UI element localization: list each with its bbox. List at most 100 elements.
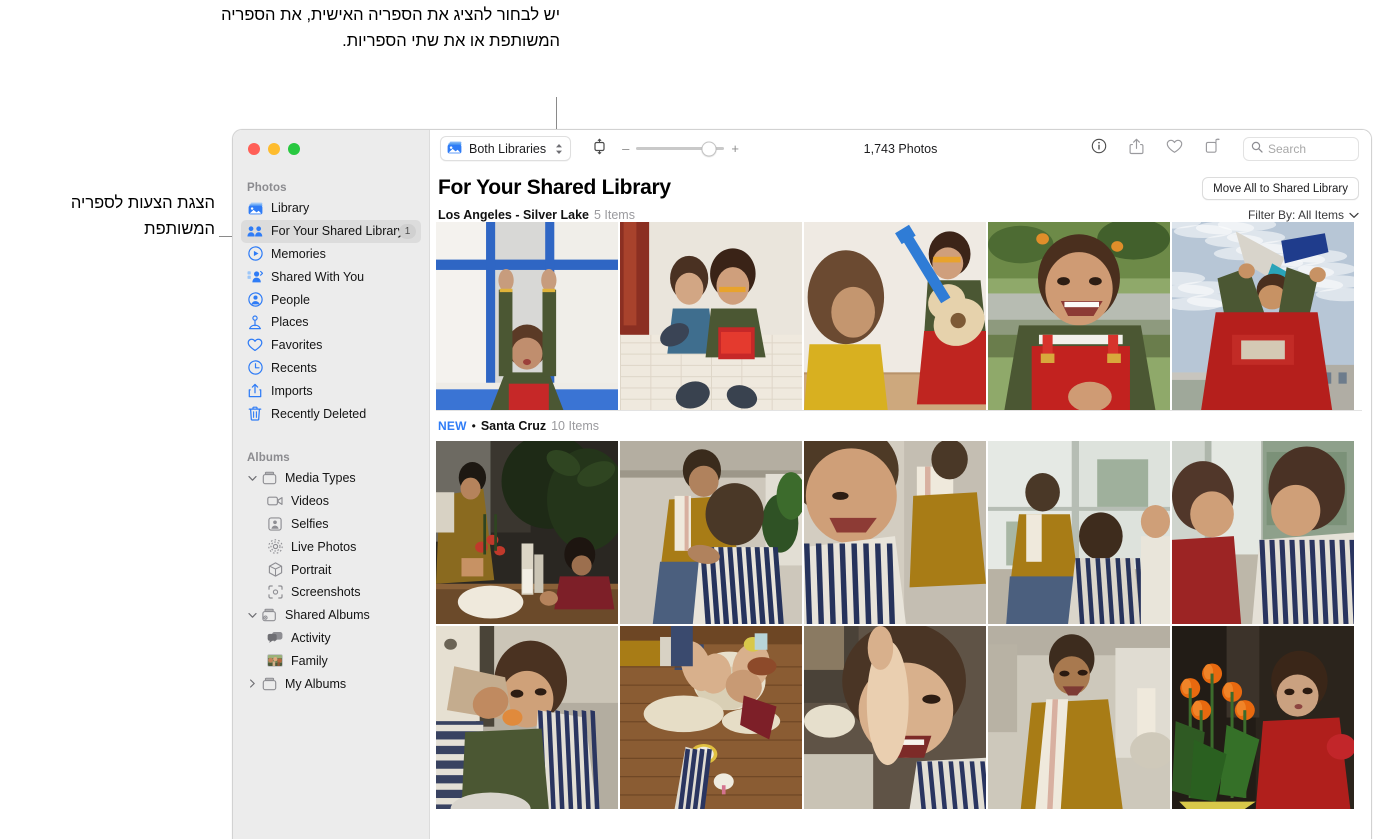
sidebar-item-label: Library: [271, 201, 310, 216]
photo-thumbnail-girl-watching-boy-play-guitar[interactable]: [804, 222, 986, 410]
minimize-button[interactable]: [268, 143, 280, 155]
sidebar-item-activity[interactable]: Activity: [241, 627, 421, 650]
sidebar-group-title-albums: Albums: [247, 451, 290, 464]
sidebar-item-favorites[interactable]: Favorites: [241, 334, 421, 357]
chevron-down-icon[interactable]: [247, 610, 257, 620]
sidebar-item-live-photos[interactable]: Live Photos: [241, 535, 421, 558]
memories-play-icon: [247, 246, 263, 262]
photo-grid-row: [430, 441, 1371, 624]
portrait-cube-icon: [267, 562, 283, 578]
photo-grid-row: [430, 222, 1371, 410]
chevron-down-icon: [1349, 208, 1359, 222]
album-folder-icon: [261, 470, 277, 486]
sidebar-item-videos[interactable]: Videos: [241, 490, 421, 513]
library-scope-popup-button[interactable]: Both Libraries: [440, 136, 572, 161]
favorite-heart-icon[interactable]: [1166, 139, 1183, 159]
search-field[interactable]: Search: [1243, 136, 1359, 161]
search-input[interactable]: Search: [1268, 142, 1306, 156]
sidebar-item-label: For Your Shared Library: [271, 224, 404, 239]
sidebar-item-recents[interactable]: Recents: [241, 357, 421, 380]
rotate-icon[interactable]: [1205, 138, 1221, 159]
sidebar: Photos Library For Your Shared Library 1 Mem…: [233, 130, 430, 839]
photo-thumbnail-child-hands-up-at-blue-window[interactable]: [436, 222, 618, 410]
photo-thumbnail-two-boys-sitting-on-bed[interactable]: [620, 222, 802, 410]
share-icon[interactable]: [1129, 138, 1144, 160]
sidebar-item-shared-with-you[interactable]: Shared With You: [241, 265, 421, 288]
zoom-slider-track[interactable]: [636, 141, 725, 156]
sidebar-item-shared-albums[interactable]: Shared Albums: [241, 604, 421, 627]
photo-thumbnail-two-children-facing-each-other[interactable]: [1172, 441, 1354, 624]
sidebar-item-badge: 1: [399, 223, 416, 239]
sidebar-item-label: My Albums: [285, 676, 347, 691]
photo-thumbnail-woman-leaning-over-boy-striped-shirt[interactable]: [620, 441, 802, 624]
zoom-out-label[interactable]: –: [622, 141, 629, 156]
photo-thumbnail-children-at-kitchen-window[interactable]: [988, 441, 1170, 624]
info-circle-icon[interactable]: [1091, 138, 1107, 159]
photo-thumbnail-boy-closeup-with-woman-background[interactable]: [804, 441, 986, 624]
toolbar-right-controls: Search: [1091, 136, 1359, 161]
sidebar-item-imports[interactable]: Imports: [241, 379, 421, 402]
sidebar-item-label: Activity: [291, 630, 331, 645]
photo-thumbnail-woman-smiling-in-kitchen[interactable]: [988, 626, 1170, 809]
aspect-ratio-button[interactable]: [591, 137, 608, 160]
filter-by-button[interactable]: Filter By: All Items: [1248, 208, 1359, 222]
chevron-down-icon[interactable]: [247, 473, 257, 483]
sidebar-item-label: Memories: [271, 246, 326, 261]
sidebar-item-label: Selfies: [291, 516, 329, 531]
section-title: Santa Cruz: [480, 419, 547, 433]
photo-thumbnail-woman-baking-with-child-at-table[interactable]: [436, 441, 618, 624]
photo-grid-scroll-area[interactable]: NEW • Santa Cruz 10 Items: [430, 222, 1371, 839]
zoom-slider-control[interactable]: – +: [622, 141, 739, 156]
section-item-count: 10 Items: [551, 419, 600, 433]
live-photo-icon: [267, 539, 283, 555]
page-title: For Your Shared Library: [438, 176, 671, 199]
photo-thumbnail-toddler-with-orange-tulips[interactable]: [1172, 626, 1354, 809]
photo-thumbnail-smiling-boy-red-overalls-garden[interactable]: [988, 222, 1170, 410]
zoom-slider-knob[interactable]: [701, 141, 717, 156]
sidebar-item-label: Places: [271, 315, 309, 330]
sidebar-item-label: Family: [291, 653, 328, 668]
photo-thumbnail-boy-with-floury-hands-on-face[interactable]: [804, 626, 986, 809]
move-all-to-shared-library-button[interactable]: Move All to Shared Library: [1202, 177, 1359, 200]
content-area: 1,743 Photos Both Libraries – + Search F…: [430, 130, 1371, 839]
chevron-right-icon[interactable]: [247, 679, 257, 689]
close-button[interactable]: [248, 143, 260, 155]
search-icon: [1251, 141, 1263, 156]
new-badge: NEW: [438, 419, 467, 433]
top-annotation-callout: יש לבחור להציג את הספריה האישית, את הספר…: [221, 6, 560, 50]
separator-dot: •: [471, 419, 476, 433]
toolbar: 1,743 Photos Both Libraries – + Search: [430, 130, 1371, 167]
sidebar-item-my-albums[interactable]: My Albums: [241, 672, 421, 695]
photo-thumbnail-hands-kneading-dough-on-table[interactable]: [620, 626, 802, 809]
sidebar-item-places[interactable]: Places: [241, 311, 421, 334]
sidebar-item-screenshots[interactable]: Screenshots: [241, 581, 421, 604]
photo-thumbnail-child-with-megaphone-against-sky[interactable]: [1172, 222, 1354, 410]
trash-icon: [247, 406, 263, 422]
photo-thumbnail-child-drinking-from-cup[interactable]: [436, 626, 618, 809]
sidebar-item-portrait[interactable]: Portrait: [241, 558, 421, 581]
person-circle-icon: [247, 292, 263, 308]
zoom-in-label[interactable]: +: [731, 141, 739, 156]
sidebar-item-label: Portrait: [291, 562, 332, 577]
sidebar-item-memories[interactable]: Memories: [241, 243, 421, 266]
chevron-up-down-icon: [555, 143, 563, 155]
filter-by-label: Filter By: All Items: [1247, 208, 1344, 222]
photos-app-window: Photos Library For Your Shared Library 1 Mem…: [232, 129, 1372, 839]
sidebar-item-label: Favorites: [271, 338, 323, 353]
sidebar-item-label: Live Photos: [291, 539, 357, 554]
sidebar-item-for-your-shared-library[interactable]: For Your Shared Library 1: [241, 219, 421, 243]
album-folder-icon: [261, 676, 277, 692]
sidebar-item-label: Shared With You: [271, 269, 365, 284]
screenshot-icon: [267, 584, 283, 600]
sidebar-item-recently-deleted[interactable]: Recently Deleted: [241, 402, 421, 425]
sidebar-item-family[interactable]: Family: [241, 649, 421, 672]
sidebar-item-library[interactable]: Library: [241, 197, 421, 220]
sidebar-item-people[interactable]: People: [241, 288, 421, 311]
sidebar-item-selfies[interactable]: Selfies: [241, 513, 421, 536]
zoom-button[interactable]: [288, 143, 300, 155]
sidebar-item-media-types[interactable]: Media Types: [241, 467, 421, 490]
window-traffic-lights[interactable]: [233, 130, 429, 155]
map-pin-icon: [247, 314, 263, 330]
left-annotation-callout: הצגת הצעות לספריה המשותפת: [70, 194, 215, 238]
sidebar-item-label: Recently Deleted: [271, 406, 367, 421]
